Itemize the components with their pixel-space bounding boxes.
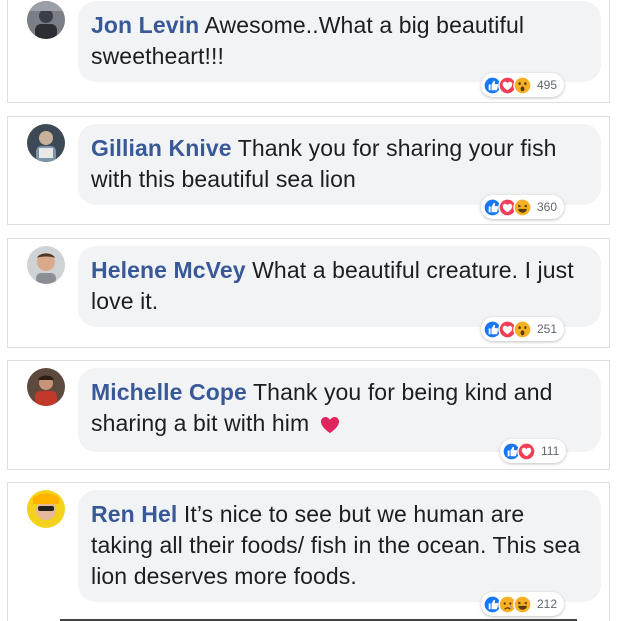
comment-author[interactable]: Jon Levin — [91, 12, 199, 38]
red-heart-icon — [320, 411, 340, 442]
reaction-count: 111 — [541, 444, 560, 458]
reaction-summary[interactable]: 251 — [481, 317, 565, 341]
reaction-count: 251 — [537, 322, 558, 336]
reaction-summary[interactable]: 360 — [481, 195, 565, 219]
reaction-icons — [502, 441, 536, 461]
avatar[interactable] — [27, 368, 65, 406]
reaction-count: 360 — [537, 200, 558, 214]
comment-card: Gillian Knive Thank you for sharing your… — [7, 116, 610, 225]
love-icon — [517, 441, 536, 461]
reaction-icons — [483, 197, 532, 217]
comment-card: Helene McVey What a beautiful creature. … — [7, 238, 610, 348]
comments-feed: Jon Levin Awesome..What a big beautiful … — [0, 0, 617, 621]
reaction-icons — [483, 75, 532, 95]
avatar[interactable] — [27, 1, 65, 39]
comment-author[interactable]: Ren Hel — [91, 501, 177, 527]
comment-card: Michelle Cope Thank you for being kind a… — [7, 360, 610, 470]
avatar[interactable] — [27, 124, 65, 162]
reaction-summary[interactable]: 212 — [481, 592, 565, 616]
comment-card: Jon Levin Awesome..What a big beautiful … — [7, 0, 610, 103]
comment-bubble: Helene McVey What a beautiful creature. … — [78, 246, 601, 327]
haha-icon — [513, 197, 532, 217]
reaction-summary[interactable]: 111 — [500, 439, 567, 463]
reaction-count: 495 — [537, 78, 558, 92]
wow-icon — [513, 319, 532, 339]
comment-bubble: Jon Levin Awesome..What a big beautiful … — [78, 1, 601, 82]
comment-bubble: Ren Hel It’s nice to see but we human ar… — [78, 490, 601, 602]
reaction-summary[interactable]: 495 — [481, 73, 565, 97]
reaction-count: 212 — [537, 597, 558, 611]
comment-author[interactable]: Gillian Knive — [91, 135, 232, 161]
comment-author[interactable]: Michelle Cope — [91, 379, 247, 405]
reaction-icons — [483, 594, 532, 614]
comment-bubble: Gillian Knive Thank you for sharing your… — [78, 124, 601, 205]
wow-icon — [513, 75, 532, 95]
avatar[interactable] — [27, 246, 65, 284]
comment-card: Ren Hel It’s nice to see but we human ar… — [7, 482, 610, 621]
reaction-icons — [483, 319, 532, 339]
haha-icon — [513, 594, 532, 614]
comment-author[interactable]: Helene McVey — [91, 257, 246, 283]
avatar[interactable] — [27, 490, 65, 528]
